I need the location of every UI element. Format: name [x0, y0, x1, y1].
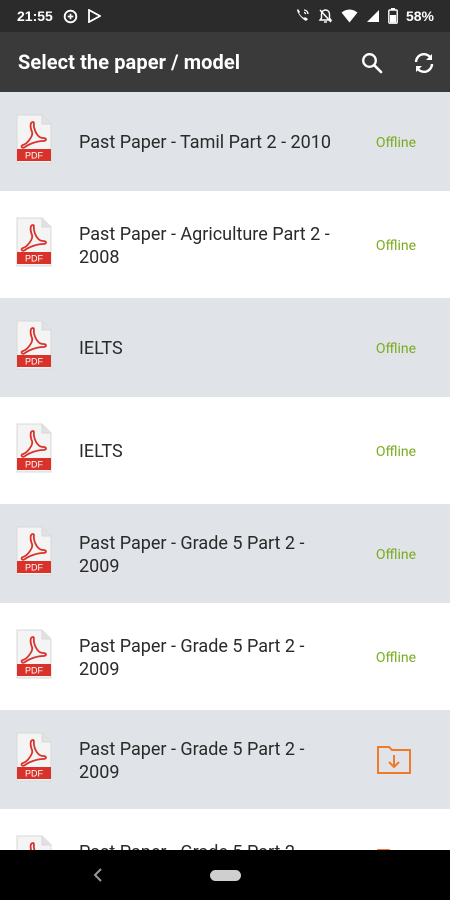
pdf-file-icon: PDF [16, 629, 52, 679]
list-item[interactable]: PDF Past Paper - Grade 5 Part 2 - 2009 [0, 813, 450, 850]
list-item[interactable]: PDF Past Paper - Grade 5 Part 2 - 2009 [0, 710, 450, 811]
pdf-label: PDF [25, 769, 44, 779]
pdf-label: PDF [25, 357, 44, 367]
status-bar: 21:55 58% [0, 0, 450, 32]
paper-title: Past Paper - Grade 5 Part 2 - 2009 [79, 813, 349, 851]
status-left: 21:55 [17, 0, 101, 32]
list-item[interactable]: PDF IELTS Offline [0, 401, 450, 502]
pdf-label: PDF [25, 563, 44, 573]
battery-percent: 58% [405, 8, 434, 24]
wifi-icon [341, 9, 358, 23]
pdf-label: PDF [25, 254, 44, 264]
status-offline-label: Offline [375, 443, 416, 460]
list-item[interactable]: PDF Past Paper - Agriculture Part 2 - 20… [0, 195, 450, 296]
pdf-file-icon: PDF [16, 423, 52, 473]
pdf-file-icon: PDF [16, 217, 52, 267]
list-item[interactable]: PDF Past Paper - Tamil Part 2 - 2010 Offl… [0, 92, 450, 193]
back-button[interactable] [90, 866, 108, 884]
paper-title: IELTS [79, 441, 123, 462]
app-bar: Select the paper / model [0, 32, 450, 92]
status-offline-label: Offline [375, 340, 416, 357]
pdf-file-icon: PDF [16, 320, 52, 370]
status-offline-label: Offline [375, 134, 416, 151]
navigation-bar [0, 850, 450, 900]
pdf-label: PDF [25, 666, 44, 676]
refresh-icon [414, 53, 434, 73]
pdf-label: PDF [25, 151, 44, 161]
paper-title: Past Paper - Tamil Part 2 - 2010 [79, 132, 332, 153]
search-icon [362, 53, 383, 74]
wifi-calling-icon [294, 8, 310, 24]
status-offline-label: Offline [375, 649, 416, 666]
download-folder-icon[interactable] [375, 843, 413, 850]
pdf-file-icon: PDF [16, 114, 52, 164]
pdf-file-icon: PDF [16, 526, 52, 576]
list-item[interactable]: PDF IELTS Offline [0, 298, 450, 399]
status-offline-label: Offline [375, 546, 416, 563]
list-item[interactable]: PDF Past Paper - Grade 5 Part 2 - 2009 Of… [0, 504, 450, 605]
list-item[interactable]: PDF Past Paper - Grade 5 Part 2 - 2009 Of… [0, 607, 450, 708]
status-offline-label: Offline [375, 237, 416, 254]
signal-icon [366, 9, 380, 23]
pdf-label: PDF [25, 460, 44, 470]
download-folder-icon[interactable] [375, 740, 413, 778]
battery-icon [388, 8, 398, 24]
mute-icon [318, 8, 333, 24]
data-saver-icon [63, 9, 78, 24]
status-time: 21:55 [17, 8, 53, 24]
paper-title: Past Paper - Agriculture Part 2 - 2008 [79, 223, 330, 268]
home-pill-button[interactable] [210, 870, 241, 881]
back-icon [93, 868, 102, 882]
play-store-icon [87, 9, 101, 23]
page-title: Select the paper / model [18, 50, 241, 74]
status-right: 58% [294, 0, 434, 32]
paper-list[interactable]: PDF Past Paper - Tamil Part 2 - 2010 Offl… [0, 92, 450, 850]
pdf-file-icon: PDF [16, 835, 52, 850]
paper-title: Past Paper - Grade 5 Part 2 - 2009 [79, 532, 305, 577]
refresh-button[interactable] [411, 50, 437, 76]
paper-title: Past Paper - Grade 5 Part 2 - 2009 [79, 738, 305, 783]
paper-title: IELTS [79, 338, 123, 359]
pdf-file-icon: PDF [16, 732, 52, 782]
search-button[interactable] [359, 50, 385, 76]
paper-title: Past Paper - Grade 5 Part 2 - 2009 [79, 635, 305, 680]
